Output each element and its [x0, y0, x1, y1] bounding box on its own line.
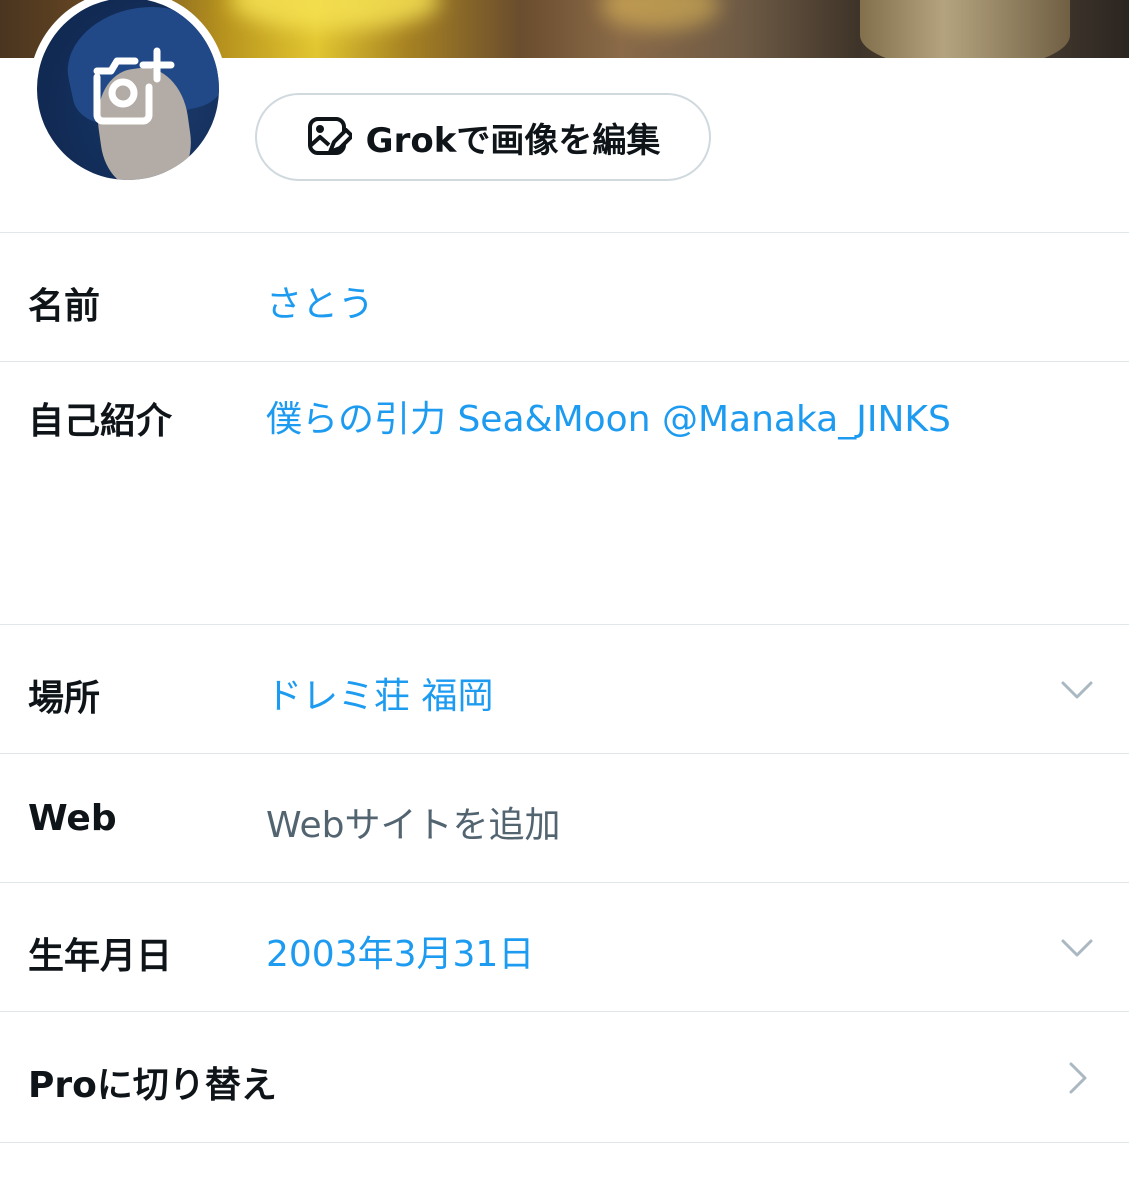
avatar[interactable] [29, 0, 227, 188]
birthdate-row[interactable]: 生年月日 2003年3月31日 [0, 882, 1129, 1012]
image-edit-icon [307, 117, 352, 155]
location-field[interactable]: ドレミ荘 福岡 [266, 667, 493, 719]
grok-edit-image-button[interactable]: Grokで画像を編集 [255, 93, 711, 181]
chevron-down-icon[interactable] [1059, 671, 1095, 707]
location-label: 場所 [28, 678, 101, 719]
website-row[interactable]: Web Webサイトを追加 [0, 753, 1129, 883]
banner-highlight [230, 0, 440, 30]
banner-highlight [600, 0, 720, 30]
name-label: 名前 [28, 286, 101, 327]
switch-to-pro-row[interactable]: Proに切り替え [0, 1011, 1129, 1143]
location-row[interactable]: 場所 ドレミ荘 福岡 [0, 624, 1129, 754]
divider [0, 1142, 1129, 1143]
website-label: Web [28, 798, 117, 839]
website-input[interactable]: Webサイトを追加 [266, 796, 561, 848]
name-row[interactable]: 名前 さとう [0, 232, 1129, 362]
birthdate-field[interactable]: 2003年3月31日 [266, 925, 534, 977]
add-photo-camera-icon[interactable] [87, 43, 177, 133]
birthdate-label: 生年月日 [28, 936, 173, 977]
grok-button-label: Grokで画像を編集 [365, 120, 661, 161]
avatar-image[interactable] [37, 0, 219, 180]
bio-row[interactable]: 自己紹介 僕らの引力 Sea&Moon @Manaka_JINKS [0, 361, 1129, 625]
chevron-down-icon[interactable] [1059, 929, 1095, 965]
bio-field[interactable]: 僕らの引力 Sea&Moon @Manaka_JINKS [266, 390, 951, 442]
banner-object [860, 0, 1070, 58]
name-field[interactable]: さとう [266, 275, 374, 327]
bio-label: 自己紹介 [28, 401, 173, 442]
switch-to-pro-label: Proに切り替え [28, 1065, 277, 1106]
chevron-right-icon[interactable] [1059, 1060, 1095, 1096]
